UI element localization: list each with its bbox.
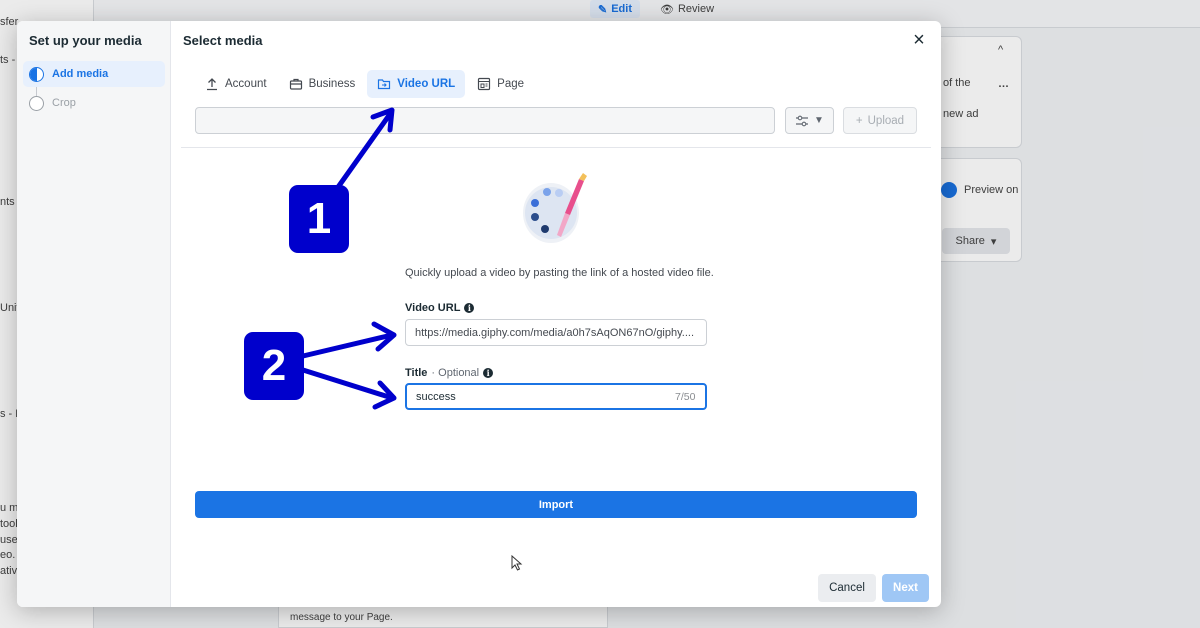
upload-icon: [207, 78, 217, 91]
title-input[interactable]: success: [405, 383, 707, 410]
tab-label: Page: [497, 78, 525, 90]
optional-text: · Optional: [431, 367, 480, 379]
video-url-input[interactable]: https://media.giphy.com/media/a0h7sAqON6…: [405, 319, 707, 346]
next-button[interactable]: Next: [882, 574, 929, 602]
tab-video-url[interactable]: Video URL: [367, 70, 466, 98]
circle-icon: [29, 95, 44, 111]
folder-link-icon: [378, 79, 391, 90]
search-input[interactable]: [195, 107, 775, 134]
tab-label: Video URL: [397, 78, 456, 90]
page-icon: [478, 77, 491, 91]
import-button[interactable]: Import: [195, 491, 917, 518]
tab-label: Account: [225, 78, 267, 90]
close-icon[interactable]: ×: [909, 30, 929, 51]
tab-business[interactable]: Business: [279, 70, 366, 98]
dialog-title: Select media: [183, 33, 263, 48]
cancel-button[interactable]: Cancel: [818, 574, 876, 602]
tab-label: Business: [308, 78, 356, 90]
video-url-label-text: Video URL: [405, 302, 461, 314]
palette-illustration-icon: [523, 173, 587, 243]
half-circle-icon: [29, 66, 44, 82]
briefcase-icon: [289, 78, 302, 90]
step-crop[interactable]: Crop: [23, 90, 165, 116]
description-text: Quickly upload a video by pasting the li…: [405, 267, 714, 279]
steps-title: Set up your media: [29, 33, 142, 48]
upload-label: Upload: [867, 114, 905, 127]
caret-down-icon: ▼: [814, 115, 824, 126]
title-label: Title · Optional i: [405, 367, 494, 379]
mouse-cursor-icon: [511, 555, 523, 571]
media-source-tabs: Account Business Video URL Page: [195, 70, 534, 98]
step-label: Crop: [52, 97, 76, 109]
dialog-main: Select media × Account Business Video UR…: [171, 21, 941, 607]
divider: [181, 147, 931, 148]
sliders-icon: [796, 115, 809, 126]
info-icon[interactable]: i: [483, 368, 494, 378]
steps-sidebar: Set up your media Add media Crop: [17, 21, 171, 607]
step-add-media[interactable]: Add media: [23, 61, 165, 87]
character-counter: 7/50: [675, 391, 696, 403]
select-media-dialog: Set up your media Add media Crop Select …: [17, 21, 941, 607]
upload-button[interactable]: + Upload: [843, 107, 917, 134]
title-label-text: Title: [405, 367, 428, 379]
info-icon[interactable]: i: [464, 303, 475, 313]
annotation-badge-1: 1: [289, 185, 349, 253]
filter-button[interactable]: ▼: [785, 107, 834, 134]
tab-page[interactable]: Page: [467, 70, 534, 98]
plus-icon: +: [855, 114, 863, 127]
tab-account[interactable]: Account: [195, 70, 277, 98]
video-url-label: Video URL i: [405, 302, 475, 314]
step-label: Add media: [52, 68, 109, 80]
annotation-badge-2: 2: [244, 332, 304, 400]
